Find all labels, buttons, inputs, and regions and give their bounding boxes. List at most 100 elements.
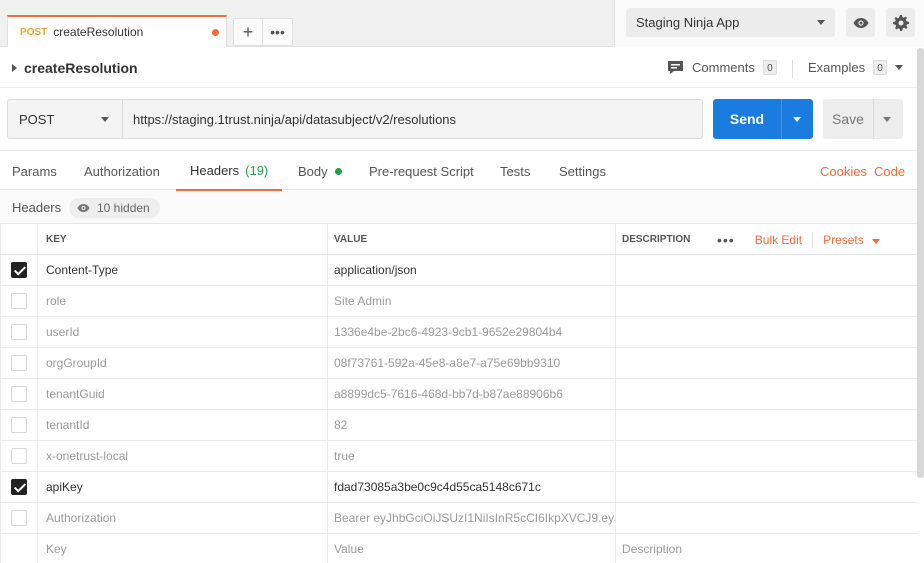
header-key-cell[interactable]: tenantId bbox=[37, 410, 327, 440]
comments-button[interactable]: Comments 0 bbox=[667, 60, 777, 75]
header-description-cell[interactable] bbox=[615, 503, 918, 533]
header-enabled-checkbox[interactable] bbox=[10, 510, 27, 526]
header-value: true bbox=[334, 449, 355, 463]
unsaved-changes-dot bbox=[212, 29, 219, 36]
more-horizontal-icon[interactable]: ••• bbox=[717, 232, 735, 248]
header-value-cell[interactable]: Site Admin bbox=[327, 286, 616, 316]
header-key: tenantId bbox=[46, 418, 90, 432]
table-row: apiKey fdad73085a3be0c9c4d55ca5148c671c bbox=[0, 472, 918, 503]
divider bbox=[781, 99, 782, 139]
header-key-cell[interactable]: apiKey bbox=[37, 472, 327, 502]
new-key-input[interactable]: Key bbox=[37, 534, 327, 563]
row-checkbox-cell bbox=[0, 503, 37, 533]
save-options-chevron-icon[interactable] bbox=[883, 117, 891, 122]
headers-meta-row: Headers 10 hidden bbox=[0, 191, 924, 224]
presets-label: Presets bbox=[823, 232, 864, 247]
tab-authorization[interactable]: Authorization bbox=[84, 151, 160, 191]
header-key-cell[interactable]: userId bbox=[37, 317, 327, 347]
headers-table: KEY VALUE DESCRIPTION ••• Bulk Edit Pres… bbox=[0, 224, 918, 563]
header-description-cell[interactable] bbox=[615, 317, 918, 347]
request-title[interactable]: createResolution bbox=[12, 60, 138, 76]
bulk-edit-link[interactable]: Bulk Edit bbox=[755, 233, 802, 247]
header-value: application/json bbox=[334, 263, 417, 277]
send-button-group: Send bbox=[713, 99, 813, 139]
tab-pre-request-script[interactable]: Pre-request Script bbox=[369, 151, 474, 191]
header-enabled-checkbox[interactable] bbox=[10, 448, 27, 464]
request-title-label: createResolution bbox=[24, 60, 138, 76]
presets-dropdown[interactable]: Presets bbox=[823, 233, 880, 247]
header-enabled-checkbox[interactable] bbox=[10, 324, 27, 340]
hidden-headers-label: 10 hidden bbox=[97, 201, 150, 215]
header-key: tenantGuid bbox=[46, 387, 105, 401]
new-description-input[interactable]: Description bbox=[615, 534, 918, 563]
save-button[interactable]: Save bbox=[823, 99, 873, 139]
header-value-cell[interactable]: 82 bbox=[327, 410, 616, 440]
new-value-input[interactable]: Value bbox=[327, 534, 616, 563]
header-enabled-checkbox[interactable] bbox=[10, 293, 27, 309]
header-description-cell[interactable] bbox=[615, 286, 918, 316]
header-enabled-checkbox[interactable] bbox=[10, 417, 27, 433]
column-value-header: VALUE bbox=[327, 224, 616, 254]
header-key-cell[interactable]: Content-Type bbox=[37, 255, 327, 285]
header-value-cell[interactable]: 08f73761-592a-45e8-a8e7-a75e69bb9310 bbox=[327, 348, 616, 378]
save-button-group: Save bbox=[823, 99, 903, 139]
header-value-cell[interactable]: a8899dc5-7616-468d-bb7d-b87ae88906b6 bbox=[327, 379, 616, 409]
tab-name-label: createResolution bbox=[53, 25, 144, 39]
cookies-link[interactable]: Cookies bbox=[820, 151, 867, 191]
environment-area: Staging Ninja App bbox=[614, 0, 924, 47]
tab-params[interactable]: Params bbox=[12, 151, 57, 191]
header-value-cell[interactable]: true bbox=[327, 441, 616, 471]
examples-button[interactable]: Examples 0 bbox=[808, 60, 904, 75]
tab-options-button[interactable]: ••• bbox=[262, 18, 293, 46]
tab-tests[interactable]: Tests bbox=[500, 151, 530, 191]
send-button[interactable]: Send bbox=[713, 99, 781, 139]
tab-body[interactable]: Body bbox=[298, 151, 342, 191]
header-enabled-checkbox[interactable] bbox=[10, 262, 27, 278]
row-checkbox-cell bbox=[0, 255, 37, 285]
header-description-cell[interactable] bbox=[615, 441, 918, 471]
header-description-cell[interactable] bbox=[615, 255, 918, 285]
method-select[interactable]: POST bbox=[7, 99, 123, 139]
header-value-cell[interactable]: fdad73085a3be0c9c4d55ca5148c671c bbox=[327, 472, 616, 502]
hidden-headers-toggle[interactable]: 10 hidden bbox=[69, 198, 160, 218]
eye-icon bbox=[77, 203, 90, 213]
gear-icon bbox=[892, 14, 909, 31]
more-horizontal-icon: ••• bbox=[270, 24, 285, 40]
header-enabled-checkbox[interactable] bbox=[10, 355, 27, 371]
send-options-chevron-icon[interactable] bbox=[793, 117, 801, 122]
environment-quick-look-button[interactable] bbox=[846, 8, 875, 37]
header-key-cell[interactable]: x-onetrust-local bbox=[37, 441, 327, 471]
header-value-cell[interactable]: 1336e4be-2bc6-4923-9cb1-9652e29804b4 bbox=[327, 317, 616, 347]
header-enabled-checkbox[interactable] bbox=[10, 386, 27, 402]
examples-label: Examples bbox=[808, 60, 866, 75]
header-value-cell[interactable]: Bearer eyJhbGciOiJSUzI1NiIsInR5cCI6IkpXV… bbox=[327, 503, 616, 533]
tab-settings[interactable]: Settings bbox=[559, 151, 606, 191]
new-tab-button[interactable]: + bbox=[233, 18, 263, 46]
header-description-cell[interactable] bbox=[615, 348, 918, 378]
header-key-cell[interactable]: orgGroupId bbox=[37, 348, 327, 378]
vertical-scrollbar[interactable] bbox=[917, 48, 924, 478]
header-description-cell[interactable] bbox=[615, 472, 918, 502]
tab-headers-label: Headers bbox=[190, 162, 240, 178]
header-checkbox-column bbox=[0, 224, 37, 254]
examples-count-badge: 0 bbox=[873, 60, 888, 75]
request-tab-create-resolution[interactable]: POST createResolution bbox=[7, 15, 227, 47]
table-row: Content-Type application/json bbox=[0, 255, 918, 286]
code-link[interactable]: Code bbox=[874, 151, 905, 191]
header-description-cell[interactable] bbox=[615, 410, 918, 440]
chevron-down-icon bbox=[817, 20, 825, 25]
header-key-cell[interactable]: Authorization bbox=[37, 503, 327, 533]
header-key-cell[interactable]: role bbox=[37, 286, 327, 316]
header-value-cell[interactable]: application/json bbox=[327, 255, 616, 285]
header-key-cell[interactable]: tenantGuid bbox=[37, 379, 327, 409]
header-value: 1336e4be-2bc6-4923-9cb1-9652e29804b4 bbox=[334, 325, 563, 339]
header-value: a8899dc5-7616-468d-bb7d-b87ae88906b6 bbox=[334, 387, 563, 401]
tab-headers[interactable]: Headers (19) bbox=[176, 151, 283, 191]
header-value: fdad73085a3be0c9c4d55ca5148c671c bbox=[334, 480, 541, 494]
header-description-cell[interactable] bbox=[615, 379, 918, 409]
url-input[interactable]: https://staging.1trust.ninja/api/datasub… bbox=[122, 99, 703, 139]
column-key-header: KEY bbox=[37, 224, 327, 254]
header-enabled-checkbox[interactable] bbox=[10, 479, 27, 495]
environment-select[interactable]: Staging Ninja App bbox=[626, 8, 835, 37]
manage-environments-button[interactable] bbox=[886, 8, 915, 37]
